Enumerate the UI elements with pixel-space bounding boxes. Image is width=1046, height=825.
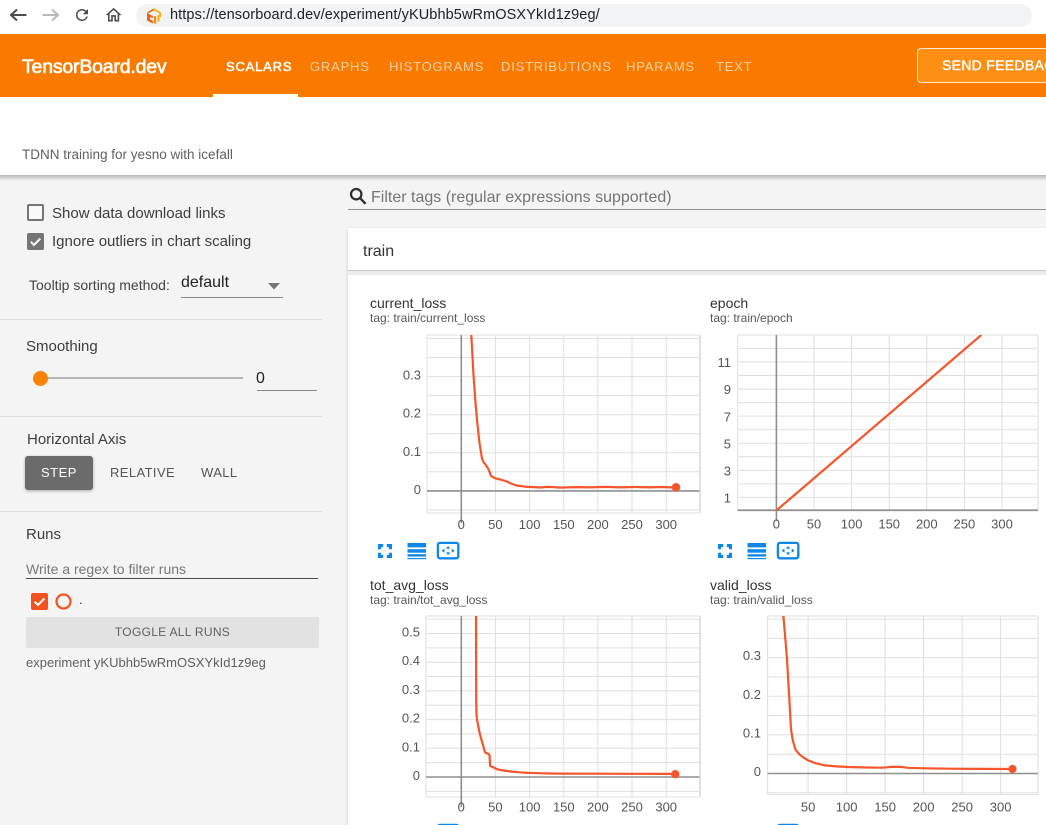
svg-text:0.5: 0.5 xyxy=(402,625,420,640)
svg-text:0.1: 0.1 xyxy=(403,444,421,459)
svg-text:250: 250 xyxy=(621,517,643,532)
svg-text:0: 0 xyxy=(413,768,420,783)
svg-text:150: 150 xyxy=(878,517,900,532)
svg-text:0: 0 xyxy=(773,517,780,532)
svg-text:100: 100 xyxy=(836,800,858,815)
svg-text:250: 250 xyxy=(621,800,643,815)
svg-text:50: 50 xyxy=(488,800,502,815)
svg-text:150: 150 xyxy=(874,800,896,815)
svg-text:300: 300 xyxy=(655,800,677,815)
svg-text:0.2: 0.2 xyxy=(403,406,421,421)
svg-text:0: 0 xyxy=(414,482,421,497)
svg-text:0.3: 0.3 xyxy=(403,368,421,383)
svg-text:0.2: 0.2 xyxy=(743,687,761,702)
svg-text:11: 11 xyxy=(718,355,732,370)
svg-text:0.3: 0.3 xyxy=(402,682,420,697)
svg-text:0.1: 0.1 xyxy=(402,739,420,754)
svg-text:150: 150 xyxy=(553,517,575,532)
svg-text:300: 300 xyxy=(655,517,677,532)
svg-text:0.4: 0.4 xyxy=(402,653,420,668)
svg-text:3: 3 xyxy=(724,464,731,479)
svg-text:1: 1 xyxy=(724,491,731,506)
svg-text:200: 200 xyxy=(916,517,938,532)
svg-text:50: 50 xyxy=(801,800,815,815)
svg-text:200: 200 xyxy=(587,800,609,815)
svg-text:300: 300 xyxy=(991,517,1013,532)
svg-text:300: 300 xyxy=(990,800,1012,815)
svg-text:0.1: 0.1 xyxy=(743,725,761,740)
svg-text:100: 100 xyxy=(519,517,541,532)
svg-text:50: 50 xyxy=(807,517,821,532)
svg-text:250: 250 xyxy=(951,800,973,815)
svg-text:0: 0 xyxy=(458,800,465,815)
svg-text:200: 200 xyxy=(913,800,935,815)
svg-text:0.2: 0.2 xyxy=(402,711,420,726)
svg-text:5: 5 xyxy=(724,436,731,451)
svg-text:9: 9 xyxy=(724,382,731,397)
svg-text:0: 0 xyxy=(754,764,761,779)
svg-text:100: 100 xyxy=(841,517,863,532)
svg-text:50: 50 xyxy=(488,517,502,532)
svg-text:150: 150 xyxy=(553,800,575,815)
svg-text:100: 100 xyxy=(519,800,541,815)
svg-text:7: 7 xyxy=(724,409,731,424)
svg-text:0.3: 0.3 xyxy=(743,648,761,663)
svg-text:250: 250 xyxy=(954,517,976,532)
svg-text:0: 0 xyxy=(458,517,465,532)
svg-text:200: 200 xyxy=(587,517,609,532)
